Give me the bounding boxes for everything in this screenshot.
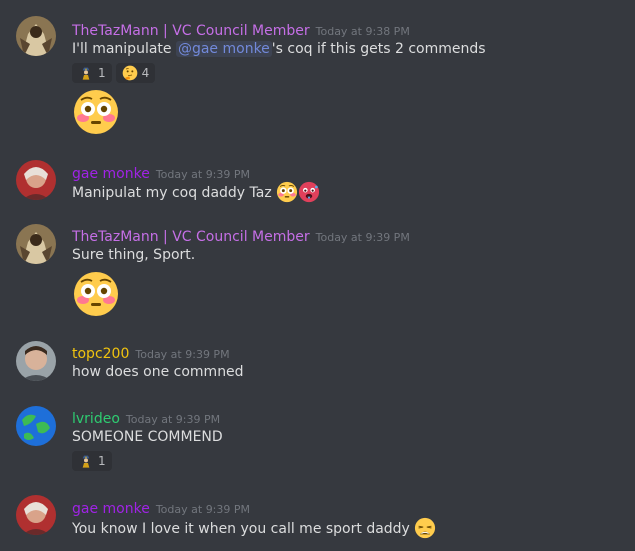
message-text: Sure thing, Sport.	[72, 247, 196, 263]
message-text: SOMEONE COMMEND	[72, 429, 223, 445]
reaction-guard[interactable]: 1	[72, 451, 112, 471]
thinking-face-icon	[122, 65, 138, 81]
reaction-count: 4	[141, 66, 150, 80]
text-before: I'll manipulate	[72, 41, 176, 57]
user-mention[interactable]: @gae monke	[175, 41, 272, 57]
text-after: 's coq if this gets 2 commends	[271, 41, 486, 57]
username[interactable]: lvrideo	[72, 411, 120, 427]
reactions-bar: 1	[72, 451, 112, 471]
text-body: Manipulat my coq daddy Taz	[72, 185, 272, 201]
guard-sticker-icon	[78, 65, 94, 81]
message-text: how does one commned	[72, 364, 244, 380]
username[interactable]: gae monke	[72, 166, 150, 182]
timestamp: Today at 9:39 PM	[125, 413, 221, 426]
avatar[interactable]	[16, 406, 56, 446]
avatar[interactable]	[16, 160, 56, 200]
avatar[interactable]	[16, 16, 56, 56]
message-text: You know I love it when you call me spor…	[72, 517, 436, 539]
message-text: I'll manipulate @gae monke's coq if this…	[72, 41, 486, 57]
timestamp: Today at 9:39 PM	[155, 503, 251, 516]
message-text: Manipulat my coq daddy Taz	[72, 181, 320, 203]
reaction-guard[interactable]: 1	[72, 63, 112, 83]
username[interactable]: topc200	[72, 346, 129, 362]
reaction-count: 1	[98, 66, 106, 80]
timestamp: Today at 9:39 PM	[135, 348, 230, 361]
weary-face-icon	[414, 517, 436, 539]
avatar[interactable]	[16, 224, 56, 264]
avatar[interactable]	[16, 495, 56, 535]
reactions-bar: 1 4	[72, 63, 156, 83]
username[interactable]: gae monke	[72, 501, 150, 517]
flushed-face-icon	[72, 88, 120, 136]
timestamp: Today at 9:39 PM	[155, 168, 251, 181]
timestamp: Today at 9:38 PM	[315, 25, 410, 38]
flushed-face-icon	[276, 181, 298, 203]
hot-face-icon	[298, 181, 320, 203]
text-body: You know I love it when you call me spor…	[72, 521, 410, 537]
timestamp: Today at 9:39 PM	[315, 231, 410, 244]
reaction-thinking[interactable]: 4	[115, 63, 156, 83]
username[interactable]: TheTazMann | VC Council Member	[72, 23, 310, 39]
avatar[interactable]	[16, 341, 56, 381]
flushed-face-icon	[72, 270, 120, 318]
username[interactable]: TheTazMann | VC Council Member	[72, 229, 310, 245]
guard-sticker-icon	[78, 453, 94, 469]
reaction-count: 1	[98, 454, 106, 468]
